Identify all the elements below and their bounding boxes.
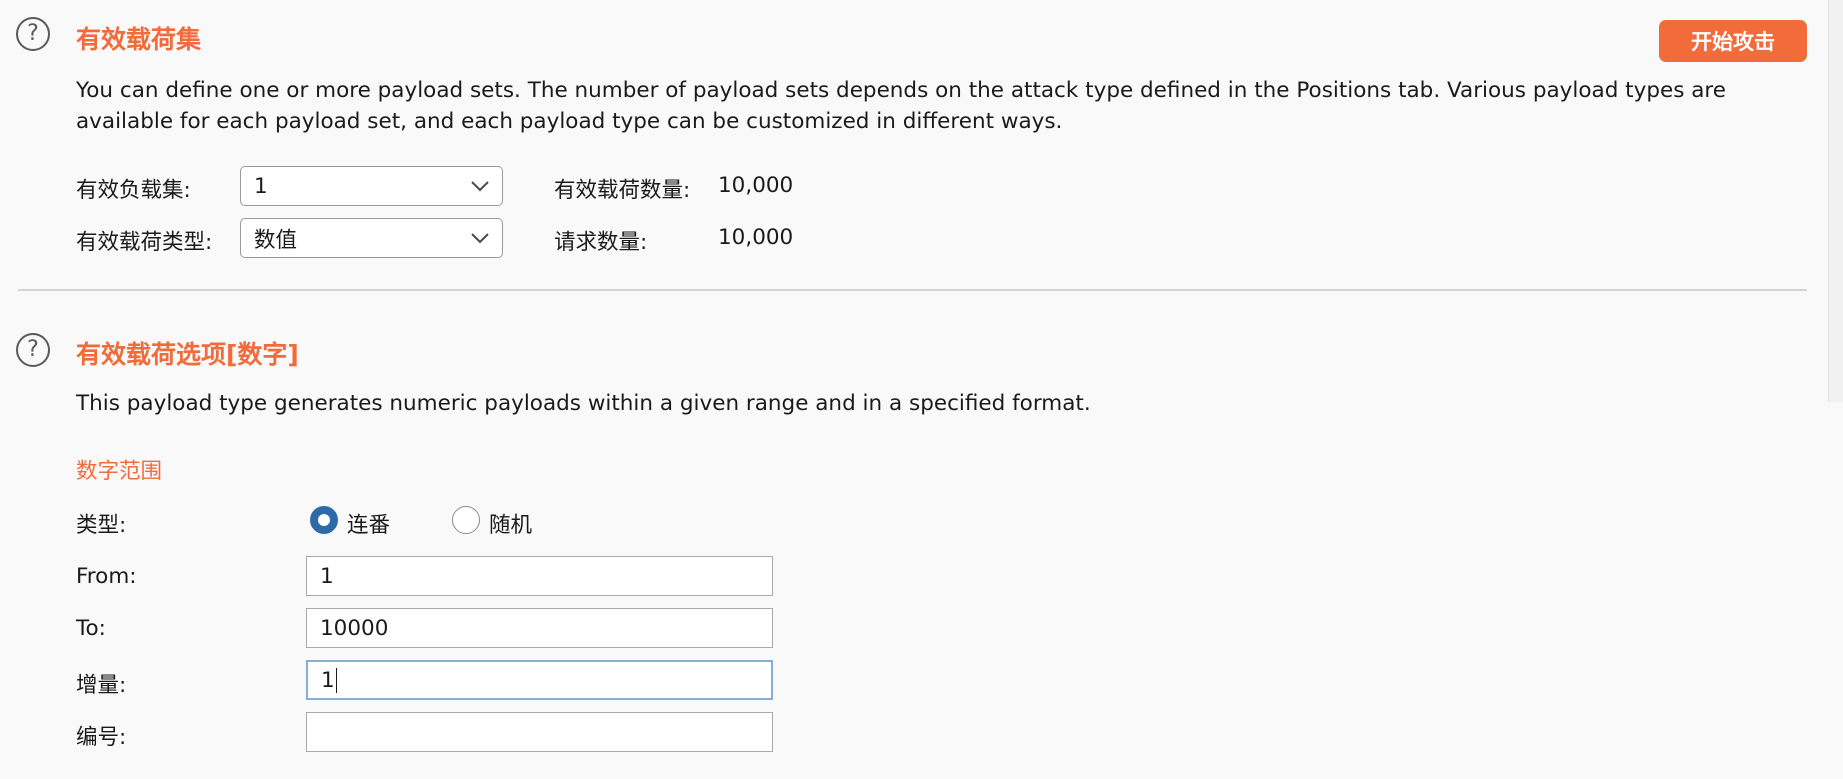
request-count-value: 10,000 — [718, 225, 794, 250]
chevron-down-icon — [458, 218, 502, 258]
step-label: 增量: — [76, 673, 127, 698]
vertical-scrollbar[interactable] — [1828, 0, 1843, 402]
from-input-value: 1 — [320, 563, 334, 589]
step-input[interactable]: 1 — [306, 660, 773, 700]
number-input[interactable] — [306, 712, 773, 752]
payload-count-value: 10,000 — [718, 173, 794, 198]
to-label: To: — [76, 616, 106, 641]
number-label: 编号: — [76, 725, 127, 750]
payload-options-description: This payload type generates numeric payl… — [76, 391, 1091, 416]
chevron-down-icon — [458, 166, 502, 206]
radio-sequential[interactable] — [310, 506, 338, 534]
number-range-title: 数字范围 — [76, 459, 163, 484]
payload-type-select-value: 数值 — [254, 227, 298, 253]
to-input[interactable]: 10000 — [306, 608, 773, 648]
section-divider — [18, 289, 1807, 291]
question-circle-icon[interactable]: ? — [16, 333, 50, 367]
payload-sets-description: You can define one or more payload sets.… — [76, 78, 1727, 134]
payload-type-label: 有效载荷类型: — [76, 230, 213, 255]
question-circle-icon[interactable]: ? — [16, 17, 50, 51]
radio-random[interactable] — [452, 506, 480, 534]
step-input-value: 1 — [321, 667, 335, 693]
radio-random-label[interactable]: 随机 — [489, 508, 532, 539]
payload-set-select-value: 1 — [254, 173, 268, 199]
intruder-payloads-panel: ? 有效载荷集 开始攻击 You can define one or more … — [0, 0, 1843, 779]
payload-set-label: 有效负载集: — [76, 178, 191, 203]
payload-count-label: 有效载荷数量: — [554, 178, 691, 203]
start-attack-button[interactable]: 开始攻击 — [1659, 20, 1807, 62]
from-input[interactable]: 1 — [306, 556, 773, 596]
text-caret — [335, 667, 338, 693]
from-label: From: — [76, 564, 137, 589]
payload-options-title: 有效载荷选项[数字] — [76, 340, 299, 369]
type-label: 类型: — [76, 513, 127, 538]
payload-type-select[interactable]: 数值 — [240, 218, 503, 258]
payload-set-select[interactable]: 1 — [240, 166, 503, 206]
payload-sets-title: 有效载荷集 — [76, 25, 202, 54]
radio-sequential-label[interactable]: 连番 — [347, 508, 390, 539]
to-input-value: 10000 — [320, 615, 389, 641]
request-count-label: 请求数量: — [554, 230, 648, 255]
